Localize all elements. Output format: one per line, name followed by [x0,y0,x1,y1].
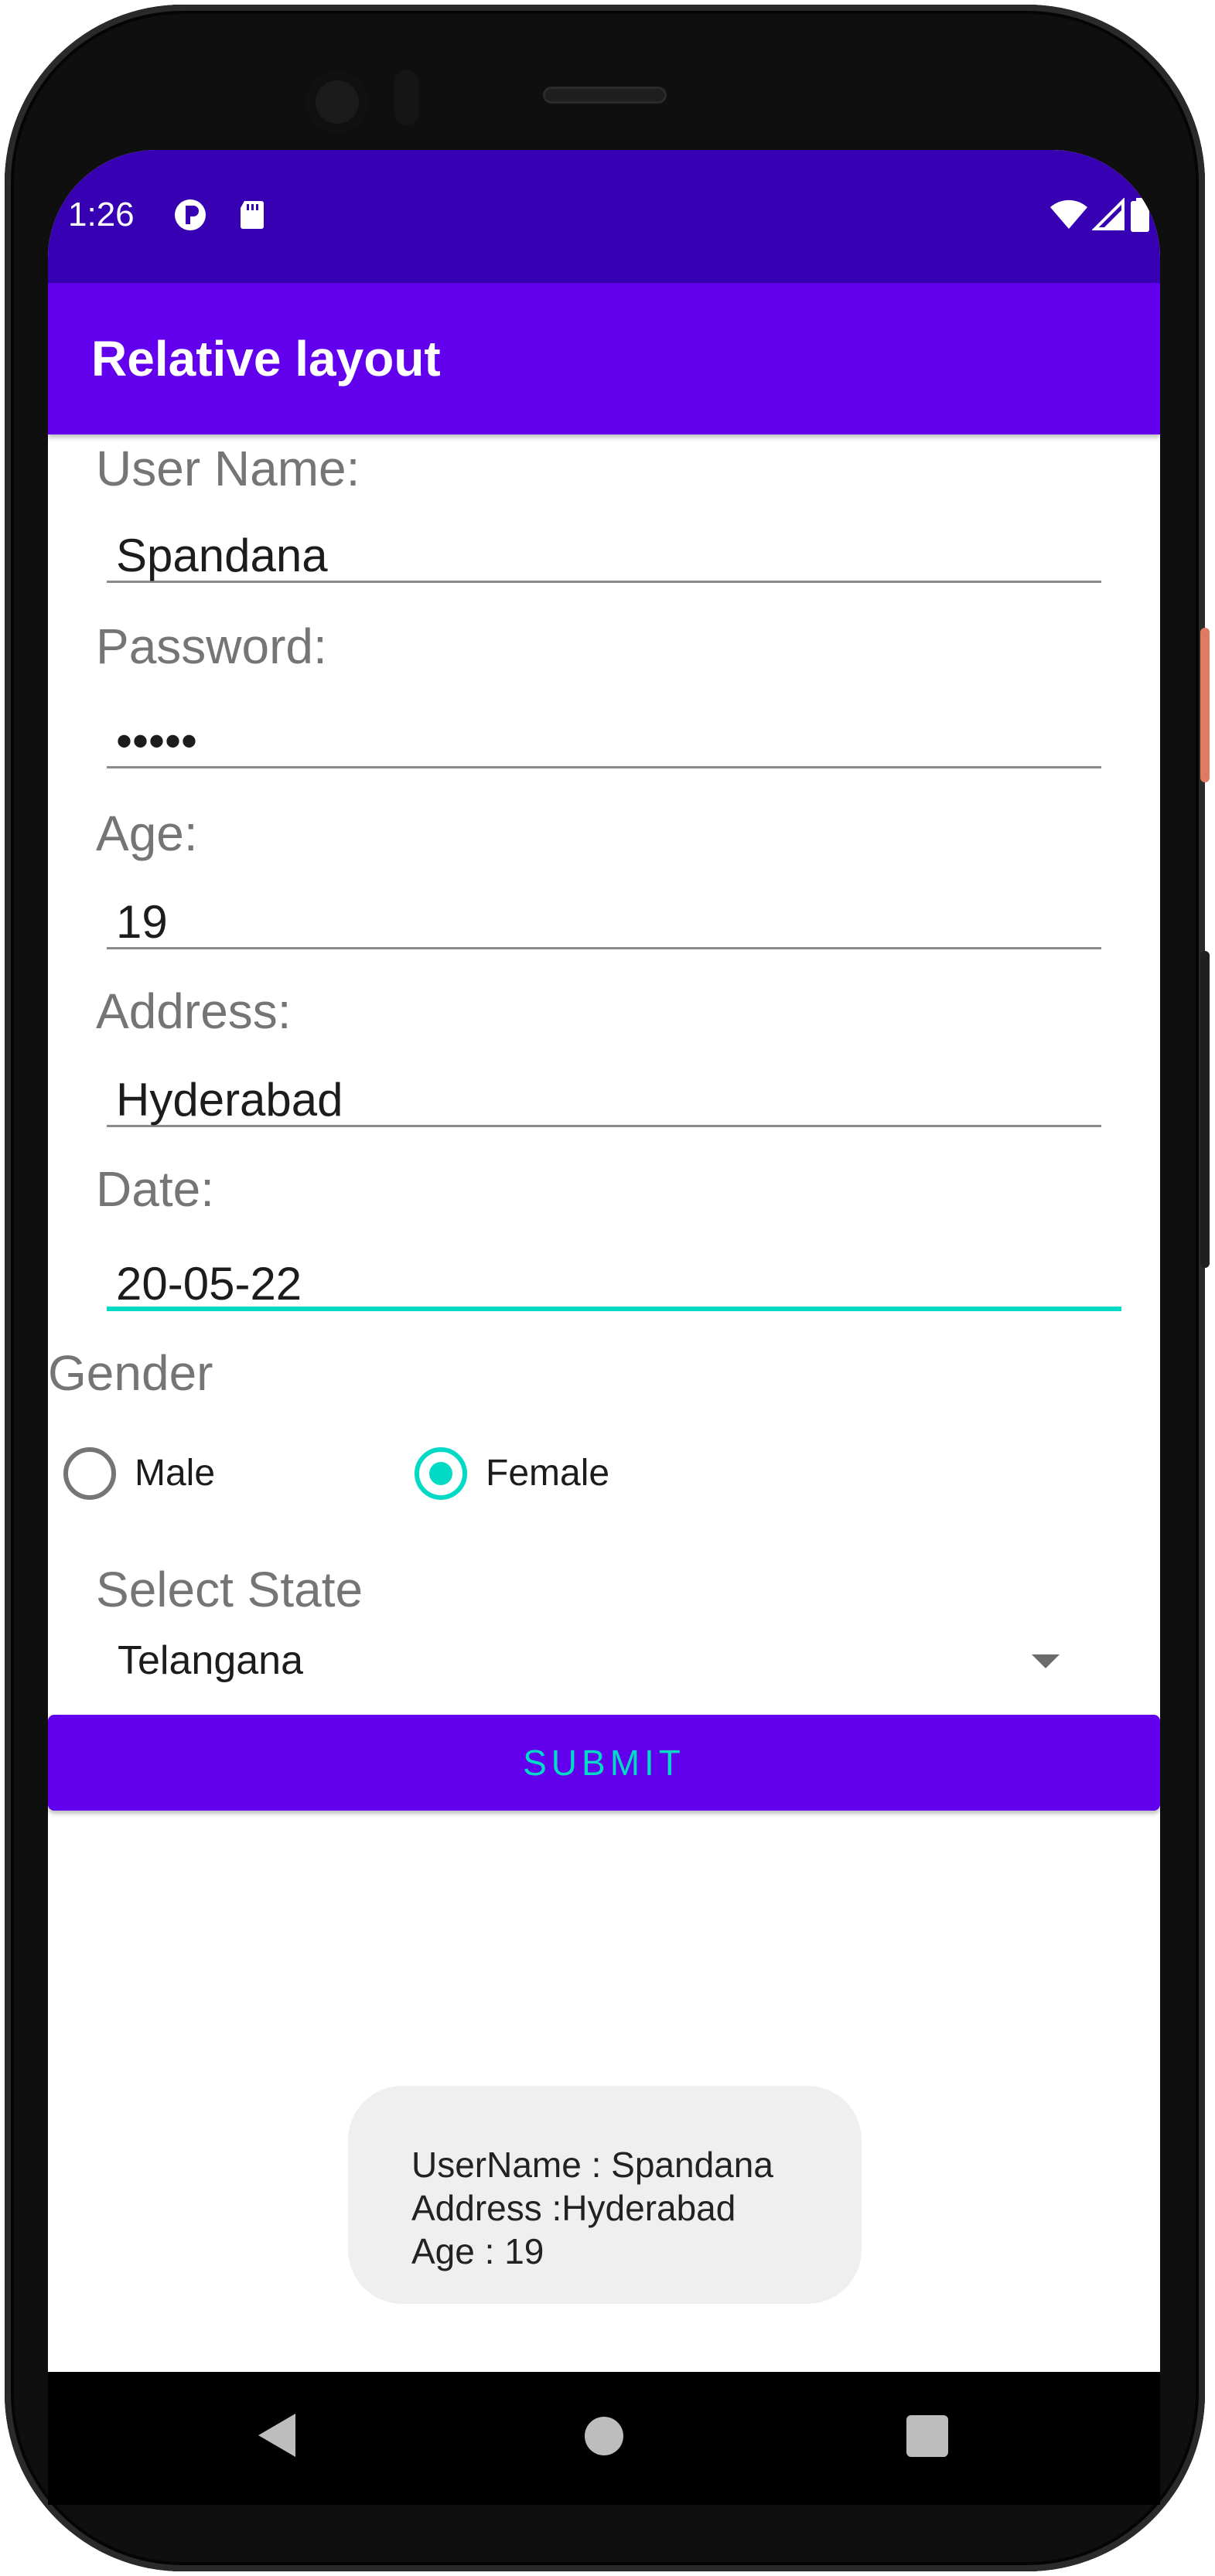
date-input[interactable]: 20-05-22 [107,1257,1121,1311]
p-notification-icon [173,198,207,232]
select-state-label: Select State [96,1562,363,1617]
battery-icon [1129,198,1151,232]
navigation-bar [48,2372,1160,2505]
recents-icon[interactable] [906,2415,948,2457]
address-label: Address: [96,983,292,1039]
age-input[interactable]: 19 [107,895,1101,949]
password-label: Password: [96,618,327,674]
username-input[interactable]: Spandana [107,529,1101,583]
signal-icon [1092,198,1126,232]
username-label: User Name: [96,441,360,496]
wifi-icon [1049,198,1089,232]
earpiece-speaker [543,87,667,104]
toast-line: Age : 19 [411,2231,544,2271]
status-bar: 1:26 [48,150,1160,283]
app-title: Relative layout [91,331,441,387]
sd-card-icon [235,198,269,232]
age-label: Age: [96,806,198,861]
address-input[interactable]: Hyderabad [107,1073,1101,1127]
status-time: 1:26 [68,196,135,233]
gender-label: Gender [48,1345,213,1401]
toast-line: UserName : Spandana [411,2145,773,2185]
screen: 1:26 Relative layout User Name: Spandana… [48,150,1160,2372]
radio-male[interactable] [63,1447,116,1500]
home-icon[interactable] [585,2417,623,2455]
radio-female[interactable] [415,1447,467,1500]
volume-button [1200,951,1210,1268]
app-bar: Relative layout [48,283,1160,434]
submit-button[interactable]: SUBMIT [48,1715,1160,1811]
date-label: Date: [96,1161,214,1217]
password-input[interactable]: ••••• [107,714,1101,768]
dropdown-arrow-icon[interactable] [1032,1654,1060,1668]
power-button [1200,628,1210,782]
state-spinner[interactable]: Telangana [118,1637,303,1684]
toast-message: UserName : Spandana Address :Hyderabad A… [348,2086,862,2304]
toast-line: Address :Hyderabad [411,2188,736,2228]
front-camera-icon [306,71,368,133]
radio-male-label[interactable]: Male [135,1452,215,1495]
radio-female-label[interactable]: Female [486,1452,609,1495]
back-icon[interactable] [258,2414,295,2457]
sensor-icon [394,70,419,125]
